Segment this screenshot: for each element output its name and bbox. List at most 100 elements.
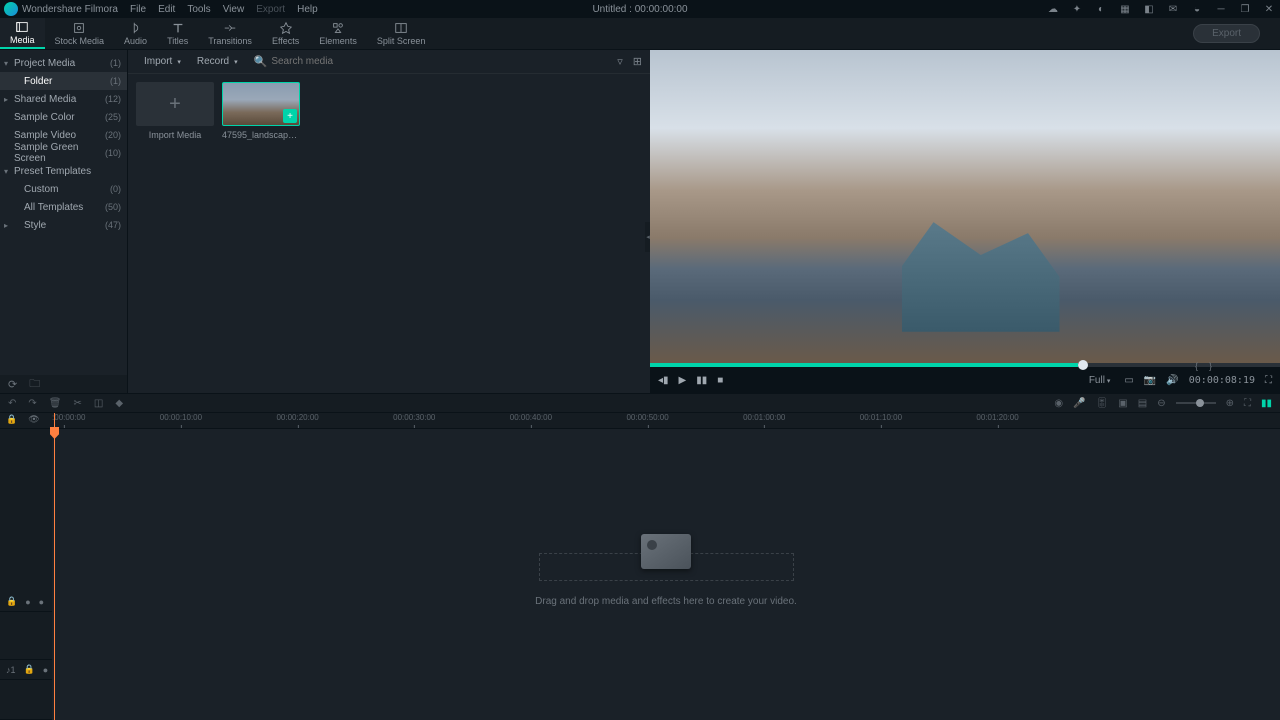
filter-icon[interactable]: ▿ xyxy=(617,55,623,68)
refresh-icon[interactable]: ⟳ xyxy=(8,378,17,391)
prev-frame-icon[interactable]: ◂▮ xyxy=(658,375,669,386)
lock-audio-icon[interactable]: 🔒 xyxy=(24,664,35,675)
menu-help[interactable]: Help xyxy=(297,4,318,15)
record-dropdown[interactable]: Record xyxy=(189,54,246,69)
pause-icon[interactable]: ▮▮ xyxy=(696,375,707,386)
new-folder-icon[interactable]: 🗀 xyxy=(29,375,40,394)
sidebar-item-custom[interactable]: Custom(0) xyxy=(0,180,127,198)
timeline-ruler[interactable]: 00:00:00:00 00:00:10:00 00:00:20:00 00:0… xyxy=(52,413,1280,429)
manage-tracks-icon[interactable]: ▮▮ xyxy=(1261,398,1272,409)
drop-clip-icon xyxy=(641,534,691,569)
track-header-video[interactable]: 🔒 ● ● xyxy=(0,592,52,612)
split-screen-icon xyxy=(394,21,408,35)
lock-track-icon[interactable]: 🔒 xyxy=(6,596,17,607)
auto-ripple-icon[interactable]: ◉ xyxy=(1054,398,1063,409)
mute-audio-icon[interactable]: ● xyxy=(43,665,48,675)
redo-icon[interactable]: ↷ xyxy=(28,398,36,409)
volume-icon[interactable]: 🔊 xyxy=(1166,375,1178,386)
sidebar-item-preset-templates[interactable]: Preset Templates xyxy=(0,162,127,180)
mixer-icon[interactable]: 🎚 xyxy=(1096,398,1109,409)
tab-titles[interactable]: Titles xyxy=(157,18,198,49)
track-header-audio[interactable]: ♪1 🔒 ● xyxy=(0,660,52,680)
audio-track-icon[interactable]: ♪1 xyxy=(6,665,16,675)
mark-out-icon[interactable]: } xyxy=(1209,361,1212,371)
fit-zoom-icon[interactable]: ⛶ xyxy=(1244,398,1251,409)
tab-stock-media[interactable]: Stock Media xyxy=(45,18,115,49)
lock-icon[interactable]: 🔒 xyxy=(0,414,17,424)
split-icon[interactable]: ✂ xyxy=(73,398,81,409)
maximize-icon[interactable]: ❐ xyxy=(1238,2,1252,16)
sidebar-item-project-media[interactable]: Project Media(1) xyxy=(0,54,127,72)
marker-icon[interactable]: ◆ xyxy=(115,398,123,409)
sidebar-footer: ⟳ 🗀 xyxy=(0,375,128,393)
snapshot-icon[interactable]: 📷 xyxy=(1144,375,1156,386)
timeline-toolbar: ↶ ↷ 🗑 ✂ ◫ ◆ ◉ 🎤 🎚 ▣ ▤ ⊖ ⊕ ⛶ ▮▮ xyxy=(0,393,1280,413)
menu-file[interactable]: File xyxy=(130,4,146,15)
zoom-slider[interactable] xyxy=(1176,402,1216,404)
timeline: 🔒 👁 🔒 ● ● ♪1 🔒 ● 00:00:00:00 00:00:10:00… xyxy=(0,413,1280,720)
media-panel: Import Record 🔍 ▿ ⊞ + Import Media + 475… xyxy=(128,50,650,393)
user-icon[interactable]: ◒ xyxy=(1190,2,1204,16)
display-toggle-icon[interactable]: ▭ xyxy=(1124,375,1133,386)
hide-track-icon[interactable]: ● xyxy=(39,597,44,607)
tab-split-screen[interactable]: Split Screen xyxy=(367,18,436,49)
search-input[interactable] xyxy=(271,56,391,67)
delete-icon[interactable]: 🗑 xyxy=(49,398,62,409)
sidebar-item-shared-media[interactable]: Shared Media(12) xyxy=(0,90,127,108)
sparkle-icon[interactable]: ✦ xyxy=(1070,2,1084,16)
minimize-icon[interactable]: ─ xyxy=(1214,2,1228,16)
play-icon[interactable]: ▶ xyxy=(679,375,687,386)
sidebar-item-sample-green-screen[interactable]: Sample Green Screen(10) xyxy=(0,144,127,162)
timeline-drop-zone[interactable]: Drag and drop media and effects here to … xyxy=(52,553,1280,607)
undo-icon[interactable]: ↶ xyxy=(8,398,16,409)
sidebar-item-style[interactable]: Style(47) xyxy=(0,216,127,234)
zoom-out-icon[interactable]: ⊖ xyxy=(1157,398,1165,409)
media-icon xyxy=(15,20,29,34)
sidebar-item-all-templates[interactable]: All Templates(50) xyxy=(0,198,127,216)
tracks-area[interactable]: 00:00:00:00 00:00:10:00 00:00:20:00 00:0… xyxy=(52,413,1280,720)
tab-transitions[interactable]: Transitions xyxy=(198,18,262,49)
sidebar-item-sample-color[interactable]: Sample Color(25) xyxy=(0,108,127,126)
cloud-icon[interactable]: ☁ xyxy=(1046,2,1060,16)
eye-icon[interactable]: 👁 xyxy=(20,414,39,424)
import-media-item[interactable]: + Import Media xyxy=(136,82,214,140)
app-icon[interactable]: ▦ xyxy=(1118,2,1132,16)
tool-icon[interactable]: ▤ xyxy=(1138,398,1147,409)
app-name: Wondershare Filmora xyxy=(22,4,118,15)
speed-icon[interactable]: ▣ xyxy=(1118,398,1127,409)
tab-elements[interactable]: Elements xyxy=(309,18,367,49)
import-dropdown[interactable]: Import xyxy=(136,54,189,69)
audio-icon xyxy=(129,21,143,35)
add-to-timeline-icon[interactable]: + xyxy=(283,109,297,123)
close-icon[interactable]: ✕ xyxy=(1262,2,1276,16)
menu-edit[interactable]: Edit xyxy=(158,4,175,15)
tab-audio[interactable]: Audio xyxy=(114,18,157,49)
titlebar-right: ☁ ✦ ◐ ▦ ◧ ✉ ◒ ─ ❐ ✕ xyxy=(1046,2,1276,16)
grid-view-icon[interactable]: ⊞ xyxy=(633,55,642,68)
sidebar-item-folder[interactable]: Folder(1) xyxy=(0,72,127,90)
sync-icon[interactable]: ◐ xyxy=(1094,2,1108,16)
main-menu: File Edit Tools View Export Help xyxy=(130,4,318,15)
tab-media[interactable]: Media xyxy=(0,18,45,49)
fullscreen-icon[interactable]: ⛶ xyxy=(1265,375,1272,386)
playhead[interactable] xyxy=(54,413,55,720)
export-button[interactable]: Export xyxy=(1193,24,1260,43)
elements-icon xyxy=(331,21,345,35)
tab-effects[interactable]: Effects xyxy=(262,18,309,49)
media-clip-item[interactable]: + 47595_landscape_of_... xyxy=(222,82,300,140)
menu-tools[interactable]: Tools xyxy=(187,4,210,15)
mute-track-icon[interactable]: ● xyxy=(25,597,30,607)
mark-in-icon[interactable]: { xyxy=(1195,361,1198,371)
menu-view[interactable]: View xyxy=(223,4,245,15)
stop-icon[interactable]: ■ xyxy=(717,375,723,386)
stock-icon xyxy=(72,21,86,35)
voice-icon[interactable]: 🎤 xyxy=(1073,398,1085,409)
zoom-in-icon[interactable]: ⊕ xyxy=(1226,398,1234,409)
quality-dropdown[interactable]: Full xyxy=(1089,375,1111,386)
preview-progress-bar[interactable]: { } xyxy=(650,363,1280,367)
window-icon[interactable]: ◧ xyxy=(1142,2,1156,16)
title-bar: Wondershare Filmora File Edit Tools View… xyxy=(0,0,1280,18)
mail-icon[interactable]: ✉ xyxy=(1166,2,1180,16)
crop-icon[interactable]: ◫ xyxy=(94,398,103,409)
preview-viewport[interactable] xyxy=(650,50,1280,363)
